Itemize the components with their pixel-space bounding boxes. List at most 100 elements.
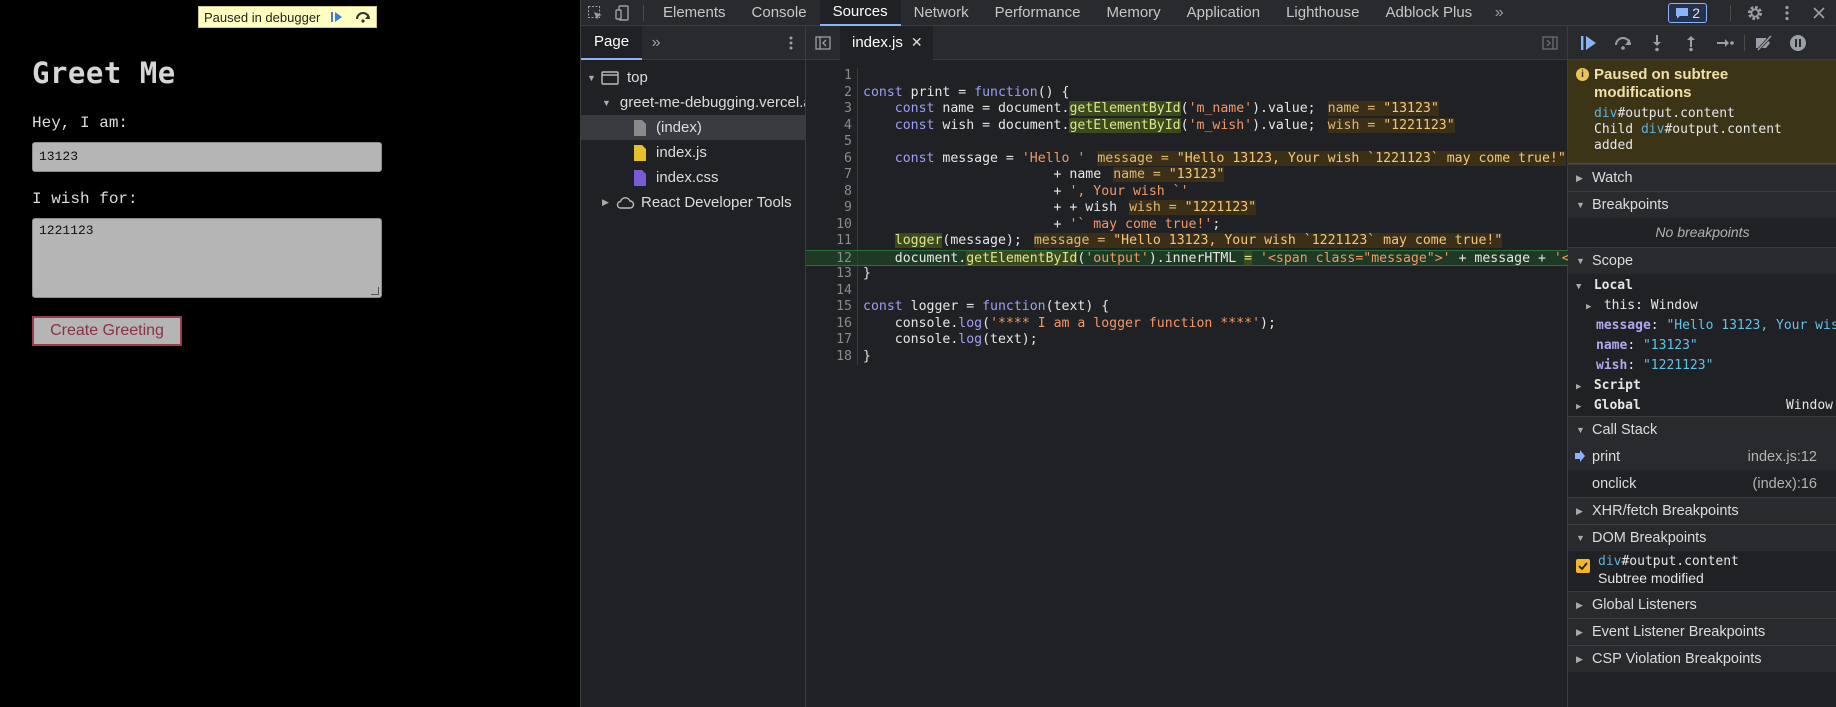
more-navigator-tabs-icon[interactable]: » — [642, 30, 670, 56]
child-label: Child — [1594, 122, 1641, 137]
tree-item-top[interactable]: ▼ top — [581, 65, 805, 90]
section-title: XHR/fetch Breakpoints — [1592, 503, 1739, 519]
xhr-breakpoints-section-header[interactable]: ▶ XHR/fetch Breakpoints — [1568, 497, 1836, 524]
scope-local[interactable]: ▼ Local — [1568, 276, 1836, 296]
node-tag: div — [1598, 554, 1622, 569]
navigator-header: Page » — [581, 25, 805, 60]
more-options-icon[interactable] — [1773, 0, 1801, 26]
section-title: CSP Violation Breakpoints — [1592, 651, 1762, 667]
scope-script[interactable]: ▶ Script — [1568, 376, 1836, 396]
tab-memory[interactable]: Memory — [1094, 0, 1174, 26]
scope-message[interactable]: message: "Hello 13123, Your wish `122112… — [1568, 316, 1836, 336]
page-viewport: Paused in debugger Greet Me Hey, I am: 1… — [0, 0, 580, 707]
section-title: Event Listener Breakpoints — [1592, 624, 1766, 640]
step-over-icon[interactable] — [1606, 26, 1640, 60]
scope-global-label: Global — [1593, 398, 1641, 413]
paused-reason-text: Paused on subtree modifications — [1594, 66, 1729, 101]
settings-gear-icon[interactable] — [1741, 0, 1769, 26]
code-line-paused: 12 document.getElementById('output').inn… — [806, 249, 1568, 266]
tree-item-index-js[interactable]: index.js — [581, 140, 805, 165]
close-tab-icon[interactable]: ✕ — [911, 34, 923, 51]
expanded-triangle-icon: ▼ — [1576, 425, 1585, 435]
tab-adblock-plus[interactable]: Adblock Plus — [1372, 0, 1485, 26]
call-frame-name: print — [1592, 448, 1621, 465]
create-greeting-button[interactable]: Create Greeting — [32, 316, 182, 346]
scope-name[interactable]: name: "13123" — [1568, 336, 1836, 356]
tab-elements[interactable]: Elements — [650, 0, 739, 26]
collapsed-triangle-icon: ▶ — [1576, 626, 1583, 637]
scope-global-value: Window — [1786, 398, 1833, 413]
collapsed-triangle-icon: ▶ — [1576, 505, 1583, 516]
tree-item-domain[interactable]: ▼ greet-me-debugging.vercel.app — [581, 90, 805, 115]
inspect-element-icon[interactable] — [581, 0, 609, 26]
more-tabs-icon[interactable]: » — [1485, 0, 1513, 26]
tree-item-react-devtools[interactable]: ▶ React Developer Tools — [581, 190, 805, 215]
tree-item-index-css[interactable]: index.css — [581, 165, 805, 190]
call-frame-print[interactable]: print index.js:12 — [1568, 443, 1836, 470]
scope-key: name — [1596, 338, 1628, 353]
device-toolbar-icon[interactable] — [609, 0, 637, 26]
node-selector: #output.content — [1664, 122, 1782, 137]
code-line: 6 const message = 'Hello ' message = "Hel… — [844, 150, 1566, 167]
name-input[interactable]: 13123 — [32, 142, 382, 172]
code-line: 17 console.log(text); — [836, 332, 1038, 349]
expanded-triangle-icon: ▼ — [587, 72, 596, 83]
resize-grip-icon[interactable] — [371, 287, 379, 295]
navigator-menu-icon[interactable] — [777, 30, 805, 56]
breakpoints-section-header[interactable]: ▼ Breakpoints — [1568, 191, 1836, 218]
call-stack-section-header[interactable]: ▼ Call Stack — [1568, 416, 1836, 443]
expanded-triangle-icon: ▼ — [1576, 282, 1582, 292]
debugger-sidebar: i Paused on subtree modifications div#ou… — [1568, 26, 1836, 707]
tree-item-label: index.js — [656, 144, 707, 161]
event-listener-breakpoints-section-header[interactable]: ▶ Event Listener Breakpoints — [1568, 618, 1836, 645]
tree-item-label: React Developer Tools — [641, 194, 792, 211]
tree-item-index[interactable]: (index) — [581, 115, 805, 140]
tab-console[interactable]: Console — [739, 0, 820, 26]
wish-textarea[interactable]: 1221123 — [32, 218, 382, 298]
file-tab-index-js[interactable]: index.js ✕ — [840, 25, 933, 60]
collapsed-triangle-icon: ▶ — [1576, 172, 1583, 183]
sources-navigator: Page » ▼ top ▼ greet-me-debugging.vercel… — [581, 25, 806, 707]
close-devtools-icon[interactable] — [1805, 0, 1833, 26]
document-icon — [634, 119, 646, 136]
section-title: Global Listeners — [1592, 597, 1697, 613]
scope-key: message — [1596, 318, 1651, 333]
scope-wish[interactable]: wish: "1221123" — [1568, 356, 1836, 376]
global-listeners-section-header[interactable]: ▶ Global Listeners — [1568, 591, 1836, 618]
tab-application[interactable]: Application — [1174, 0, 1273, 26]
resume-icon[interactable] — [1572, 26, 1606, 60]
csp-violation-breakpoints-section-header[interactable]: ▶ CSP Violation Breakpoints — [1568, 645, 1836, 672]
tab-network[interactable]: Network — [901, 0, 982, 26]
toolbar-divider — [1730, 5, 1731, 21]
toggle-debugger-icon[interactable] — [1533, 30, 1567, 56]
tab-sources[interactable]: Sources — [819, 0, 901, 26]
tab-lighthouse[interactable]: Lighthouse — [1273, 0, 1372, 26]
step-out-icon[interactable] — [1674, 26, 1708, 60]
devtools-panel: Elements Console Sources Network Perform… — [580, 0, 1836, 707]
step-icon[interactable] — [1708, 26, 1742, 60]
dom-breakpoint-checkbox[interactable] — [1576, 559, 1590, 573]
collapsed-triangle-icon: ▶ — [1586, 302, 1592, 312]
scope-key: wish — [1596, 358, 1628, 373]
dom-breakpoints-section-header[interactable]: ▼ DOM Breakpoints — [1568, 524, 1836, 551]
scope-global[interactable]: ▶ Global Window — [1568, 396, 1836, 416]
section-title: Watch — [1592, 170, 1633, 186]
issues-badge[interactable]: 2 — [1668, 3, 1707, 23]
call-frame-onclick[interactable]: onclick (index):16 — [1568, 470, 1836, 497]
toolbar-divider — [643, 4, 644, 21]
scope-this[interactable]: ▶ this: Window — [1568, 296, 1836, 316]
scope-section-header[interactable]: ▼ Scope — [1568, 247, 1836, 274]
step-into-icon[interactable] — [1640, 26, 1674, 60]
no-breakpoints-text: No breakpoints — [1655, 224, 1750, 240]
collapsed-triangle-icon: ▶ — [602, 197, 609, 207]
watch-section-header[interactable]: ▶ Watch — [1568, 164, 1836, 191]
tree-item-label: index.css — [656, 169, 719, 186]
step-over-icon[interactable] — [354, 9, 372, 25]
navigator-tab-page[interactable]: Page — [581, 25, 643, 60]
code-line: 15 const logger = function(text) { — [836, 299, 1110, 316]
resume-icon[interactable] — [328, 9, 346, 25]
toggle-navigator-icon[interactable] — [806, 30, 840, 56]
pause-on-exceptions-icon[interactable] — [1781, 26, 1815, 60]
tab-performance[interactable]: Performance — [982, 0, 1094, 26]
deactivate-breakpoints-icon[interactable] — [1747, 26, 1781, 60]
